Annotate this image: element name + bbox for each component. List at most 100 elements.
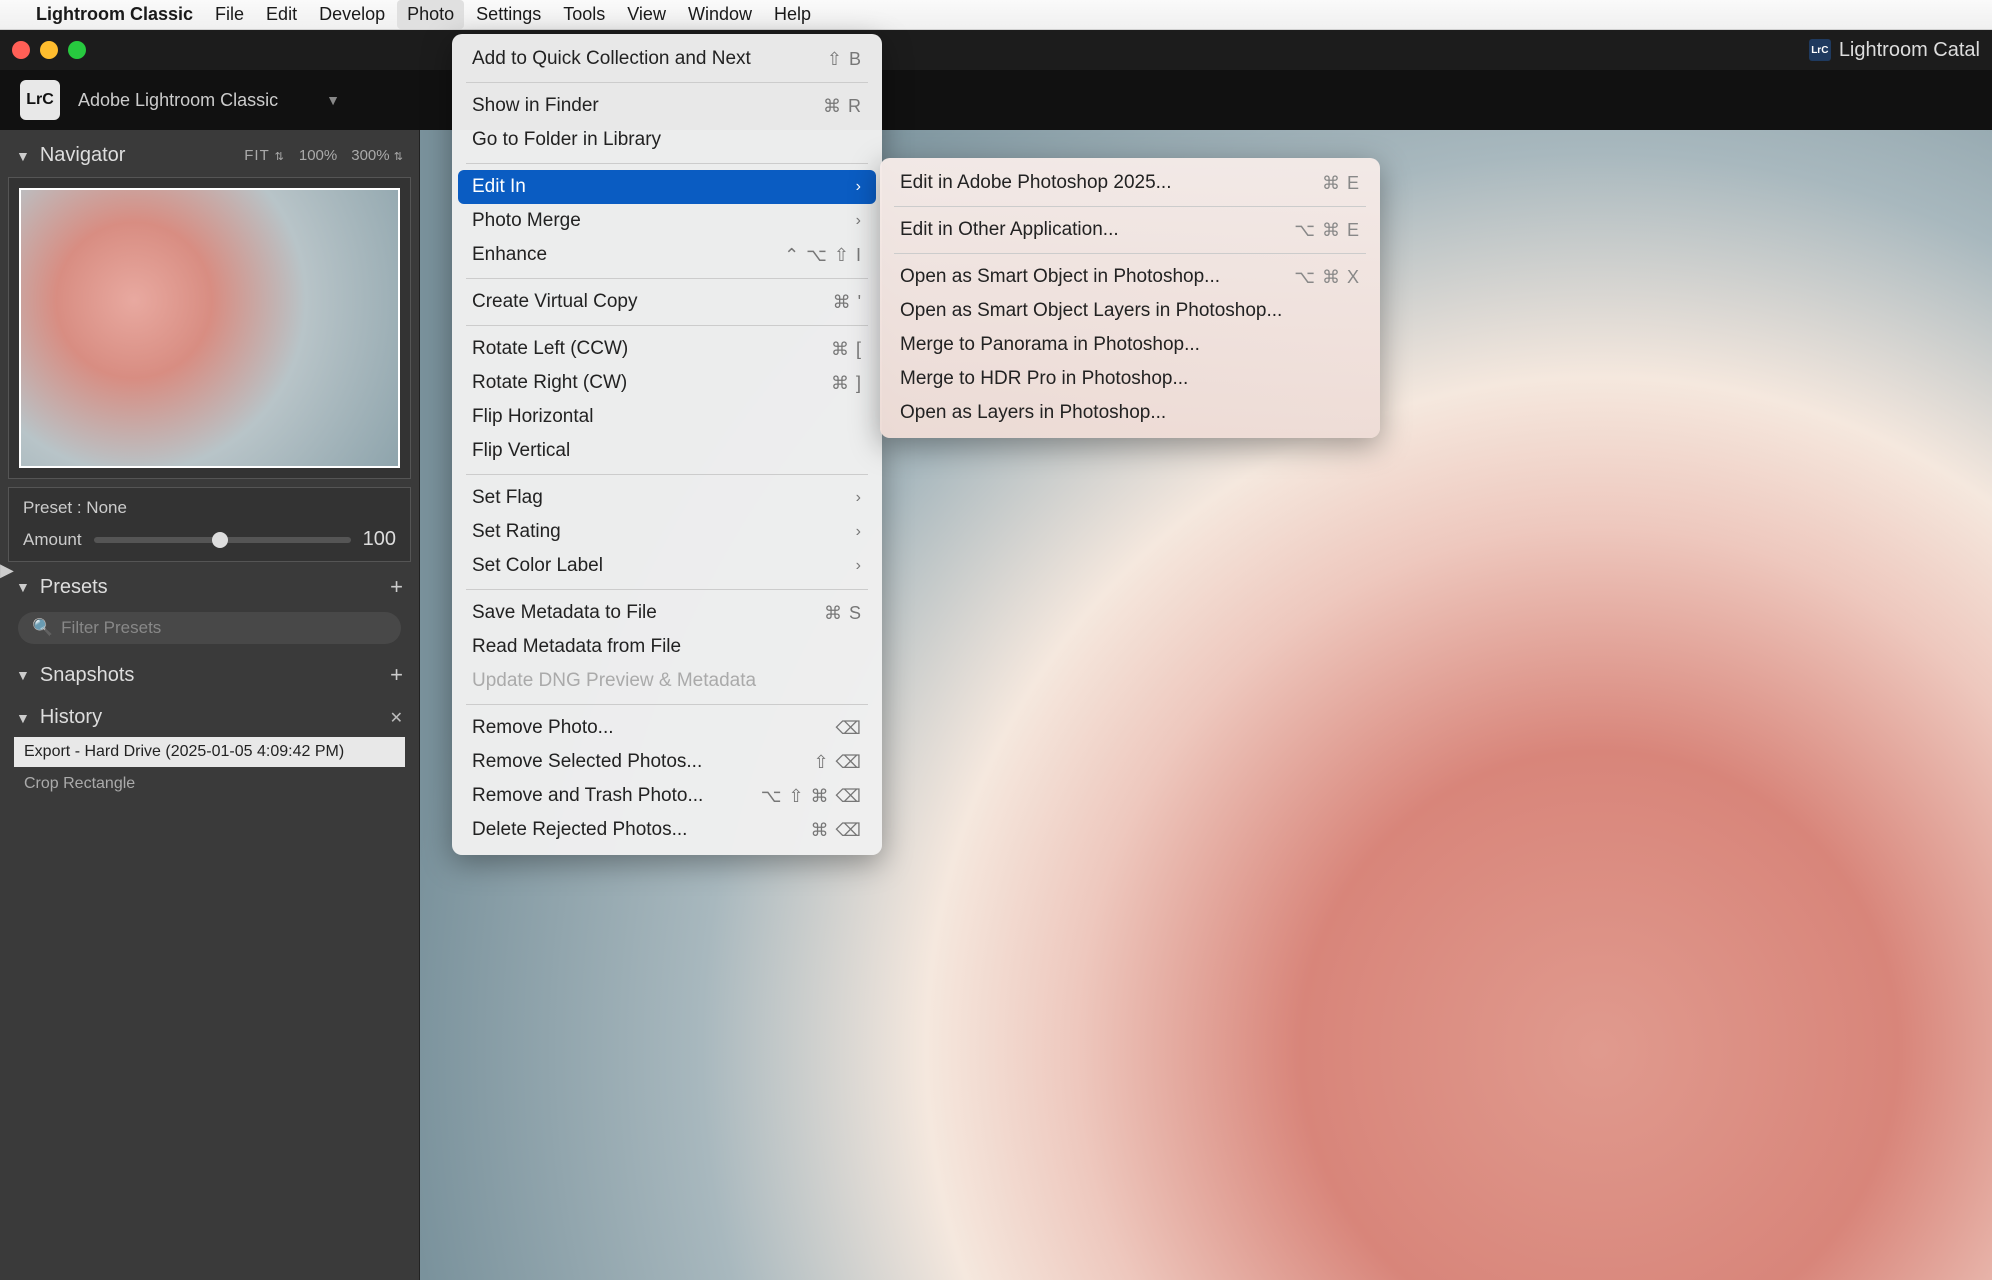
menu-item[interactable]: Set Color Label› xyxy=(452,549,882,583)
history-section: ▼ History ✕ Export - Hard Drive (2025-01… xyxy=(8,700,411,801)
menu-item[interactable]: Add to Quick Collection and Next⇧ B xyxy=(452,42,882,76)
catalog-title: Lightroom Catal xyxy=(1839,39,1980,62)
menu-item[interactable]: Delete Rejected Photos...⌘ ⌫ xyxy=(452,813,882,847)
mac-menubar: Lightroom Classic File Edit Develop Phot… xyxy=(0,0,1992,30)
module-dropdown-icon[interactable]: ▼ xyxy=(326,92,340,108)
menu-item[interactable]: Edit in Adobe Photoshop 2025...⌘ E xyxy=(880,166,1380,200)
menu-shortcut: ⌥ ⇧ ⌘ ⌫ xyxy=(761,786,862,807)
updown-icon[interactable]: ⇅ xyxy=(275,151,285,163)
menu-separator xyxy=(466,325,868,326)
navigator-thumbnail[interactable] xyxy=(19,188,400,468)
menu-separator xyxy=(466,474,868,475)
menu-item-label: Photo Merge xyxy=(472,210,581,232)
menu-item[interactable]: Merge to HDR Pro in Photoshop... xyxy=(880,362,1380,396)
menu-item[interactable]: Remove Selected Photos...⇧ ⌫ xyxy=(452,745,882,779)
menu-item-label: Update DNG Preview & Metadata xyxy=(472,670,756,692)
menu-shortcut: ⇧ B xyxy=(827,49,862,70)
menu-item-label: Create Virtual Copy xyxy=(472,291,637,313)
menubar-edit[interactable]: Edit xyxy=(266,4,297,25)
menu-separator xyxy=(894,253,1366,254)
menu-shortcut: ⌥ ⌘ X xyxy=(1294,267,1360,288)
chevron-right-icon: › xyxy=(856,523,862,541)
zoom-button[interactable] xyxy=(68,41,86,59)
menu-item[interactable]: Edit in Other Application...⌥ ⌘ E xyxy=(880,213,1380,247)
amount-value: 100 xyxy=(363,528,396,551)
menu-item[interactable]: Merge to Panorama in Photoshop... xyxy=(880,328,1380,362)
menu-item-label: Read Metadata from File xyxy=(472,636,681,658)
disclosure-triangle-icon[interactable]: ▼ xyxy=(16,148,30,164)
menubar-app[interactable]: Lightroom Classic xyxy=(36,4,193,25)
menu-item[interactable]: Open as Smart Object Layers in Photoshop… xyxy=(880,294,1380,328)
traffic-lights xyxy=(12,41,86,59)
menu-item[interactable]: Show in Finder⌘ R xyxy=(452,89,882,123)
menu-item[interactable]: Create Virtual Copy⌘ ' xyxy=(452,285,882,319)
app-name-label: Adobe Lightroom Classic xyxy=(78,90,278,111)
menu-shortcut: ⌃ ⌥ ⇧ I xyxy=(784,245,862,266)
menu-shortcut: ⌘ S xyxy=(824,603,862,624)
left-panel: ▼ Navigator FIT ⇅ 100% 300% ⇅ Preset : N… xyxy=(0,130,420,1280)
zoom-300[interactable]: 300% ⇅ xyxy=(351,147,403,164)
menu-item-label: Flip Horizontal xyxy=(472,406,593,428)
navigator-title: Navigator xyxy=(40,144,126,167)
chevron-right-icon: › xyxy=(856,489,862,507)
zoom-fit[interactable]: FIT ⇅ xyxy=(244,147,285,164)
chevron-right-icon: › xyxy=(856,178,862,196)
menu-item[interactable]: Read Metadata from File xyxy=(452,630,882,664)
filter-presets-input[interactable]: 🔍 Filter Presets xyxy=(18,612,401,644)
disclosure-triangle-icon[interactable]: ▼ xyxy=(16,579,30,595)
menu-item-label: Set Rating xyxy=(472,521,561,543)
snapshots-title: Snapshots xyxy=(40,664,135,687)
menu-item[interactable]: Open as Smart Object in Photoshop...⌥ ⌘ … xyxy=(880,260,1380,294)
menubar-tools[interactable]: Tools xyxy=(563,4,605,25)
minimize-button[interactable] xyxy=(40,41,58,59)
history-title: History xyxy=(40,706,102,729)
search-icon: 🔍 xyxy=(32,618,53,638)
amount-slider[interactable] xyxy=(94,537,351,543)
menu-separator xyxy=(894,206,1366,207)
menu-item-label: Merge to Panorama in Photoshop... xyxy=(900,334,1200,356)
menubar-view[interactable]: View xyxy=(627,4,666,25)
zoom-100[interactable]: 100% xyxy=(299,147,337,164)
panel-collapse-icon[interactable]: ▶ xyxy=(0,560,14,581)
add-preset-button[interactable]: + xyxy=(390,574,403,600)
menu-item[interactable]: Photo Merge› xyxy=(452,204,882,238)
menubar-file[interactable]: File xyxy=(215,4,244,25)
menu-shortcut: ⌘ [ xyxy=(831,339,862,360)
history-row[interactable]: Crop Rectangle xyxy=(14,769,405,799)
menu-shortcut: ⇧ ⌫ xyxy=(813,752,862,773)
menu-item[interactable]: Flip Vertical xyxy=(452,434,882,468)
menu-item[interactable]: Rotate Right (CW)⌘ ] xyxy=(452,366,882,400)
menu-item[interactable]: Rotate Left (CCW)⌘ [ xyxy=(452,332,882,366)
menu-item-label: Open as Smart Object Layers in Photoshop… xyxy=(900,300,1282,322)
snapshots-section: ▼ Snapshots + xyxy=(8,656,411,694)
menubar-settings[interactable]: Settings xyxy=(476,4,541,25)
preset-amount-box: Preset : None Amount 100 xyxy=(8,487,411,562)
menu-item[interactable]: Remove Photo...⌫ xyxy=(452,711,882,745)
menu-separator xyxy=(466,82,868,83)
slider-knob[interactable] xyxy=(212,532,228,548)
updown-icon[interactable]: ⇅ xyxy=(394,151,403,163)
menu-item-label: Edit In xyxy=(472,176,526,198)
menu-item[interactable]: Remove and Trash Photo...⌥ ⇧ ⌘ ⌫ xyxy=(452,779,882,813)
menu-item[interactable]: Go to Folder in Library xyxy=(452,123,882,157)
disclosure-triangle-icon[interactable]: ▼ xyxy=(16,667,30,683)
menubar-photo[interactable]: Photo xyxy=(397,0,464,29)
menu-item[interactable]: Set Flag› xyxy=(452,481,882,515)
menu-item-label: Edit in Adobe Photoshop 2025... xyxy=(900,172,1172,194)
menu-shortcut: ⌥ ⌘ E xyxy=(1294,220,1360,241)
menu-item[interactable]: Enhance⌃ ⌥ ⇧ I xyxy=(452,238,882,272)
add-snapshot-button[interactable]: + xyxy=(390,662,403,688)
menu-item[interactable]: Set Rating › xyxy=(452,515,882,549)
history-row[interactable]: Export - Hard Drive (2025-01-05 4:09:42 … xyxy=(14,737,405,767)
menu-separator xyxy=(466,589,868,590)
menu-item[interactable]: Flip Horizontal xyxy=(452,400,882,434)
menu-item[interactable]: Save Metadata to File⌘ S xyxy=(452,596,882,630)
clear-history-button[interactable]: ✕ xyxy=(390,708,403,728)
menubar-window[interactable]: Window xyxy=(688,4,752,25)
menubar-develop[interactable]: Develop xyxy=(319,4,385,25)
disclosure-triangle-icon[interactable]: ▼ xyxy=(16,710,30,726)
menu-item[interactable]: Edit In › xyxy=(458,170,876,204)
menubar-help[interactable]: Help xyxy=(774,4,811,25)
close-button[interactable] xyxy=(12,41,30,59)
menu-item[interactable]: Open as Layers in Photoshop... xyxy=(880,396,1380,430)
